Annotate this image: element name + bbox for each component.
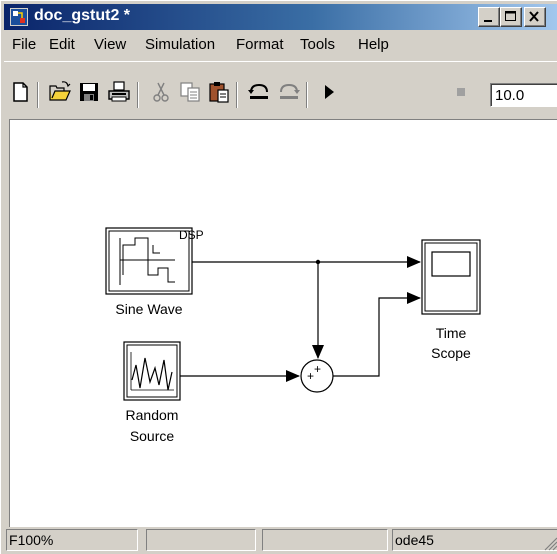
menu-help[interactable]: Help bbox=[358, 36, 389, 53]
toolbar bbox=[4, 61, 557, 111]
close-button[interactable] bbox=[524, 7, 546, 27]
model-canvas[interactable]: ++ Sine Wave DSP Random Source Time Scop… bbox=[9, 119, 557, 527]
scope-screen-icon bbox=[431, 251, 471, 277]
menu-simulation[interactable]: Simulation bbox=[145, 36, 215, 53]
time-scope-block[interactable] bbox=[421, 239, 481, 315]
status-solver: ode45 bbox=[392, 529, 557, 551]
signal-line-sum-to-scope bbox=[333, 292, 421, 377]
signal-lines[interactable] bbox=[180, 256, 421, 382]
window-title: doc_gstut2 * bbox=[34, 7, 131, 24]
title-bar[interactable]: doc_gstut2 * bbox=[4, 4, 557, 30]
paste-icon[interactable] bbox=[207, 80, 231, 104]
menu-file[interactable]: File bbox=[12, 36, 36, 53]
redo-icon[interactable] bbox=[277, 80, 301, 104]
dsp-badge: DSP bbox=[179, 228, 204, 242]
status-field-2 bbox=[146, 529, 256, 551]
maximize-icon bbox=[505, 11, 516, 21]
status-field-3 bbox=[262, 529, 388, 551]
toolbar-separator bbox=[137, 82, 139, 108]
status-left-char: F bbox=[9, 532, 18, 548]
cut-icon[interactable] bbox=[149, 80, 173, 104]
toolbar-separator bbox=[306, 82, 308, 108]
simulink-app-icon[interactable] bbox=[10, 8, 28, 26]
toolbar-separator bbox=[37, 82, 39, 108]
resize-grip-icon[interactable] bbox=[542, 535, 557, 551]
print-icon[interactable] bbox=[107, 80, 131, 104]
toolbar-separator bbox=[236, 82, 238, 108]
minimize-button[interactable] bbox=[478, 7, 500, 27]
status-bar: F100% ode45 bbox=[4, 529, 557, 553]
random-source-label-line1: Random bbox=[125, 407, 179, 423]
status-zoom: 100% bbox=[17, 532, 54, 548]
open-icon[interactable] bbox=[48, 80, 72, 104]
random-source-label-line2: Source bbox=[129, 428, 175, 444]
new-model-icon[interactable] bbox=[8, 80, 32, 104]
stop-time-field[interactable] bbox=[490, 83, 557, 107]
close-icon bbox=[529, 11, 539, 22]
stop-simulation-icon[interactable] bbox=[449, 80, 473, 104]
time-scope-label-line1: Time bbox=[435, 325, 467, 341]
undo-icon[interactable] bbox=[247, 80, 271, 104]
menu-view[interactable]: View bbox=[94, 36, 126, 53]
menu-tools[interactable]: Tools bbox=[300, 36, 335, 53]
menu-edit[interactable]: Edit bbox=[49, 36, 75, 53]
sine-wave-label: Sine Wave bbox=[115, 301, 183, 317]
menu-bar: File Edit View Simulation Format Tools H… bbox=[4, 33, 557, 57]
time-scope-label-line2: Scope bbox=[431, 345, 471, 361]
copy-icon[interactable] bbox=[178, 80, 202, 104]
status-zoom-field: F100% bbox=[6, 529, 138, 551]
minimize-icon bbox=[484, 20, 492, 22]
random-source-block[interactable] bbox=[123, 341, 181, 401]
sum-block[interactable]: ++ bbox=[300, 359, 334, 393]
simulink-model-window: doc_gstut2 * File Edit View Simulation F… bbox=[0, 0, 557, 554]
maximize-button[interactable] bbox=[500, 7, 522, 27]
menu-format[interactable]: Format bbox=[236, 36, 284, 53]
start-simulation-icon[interactable] bbox=[317, 80, 341, 104]
save-icon[interactable] bbox=[77, 80, 101, 104]
branch-point bbox=[315, 259, 321, 265]
